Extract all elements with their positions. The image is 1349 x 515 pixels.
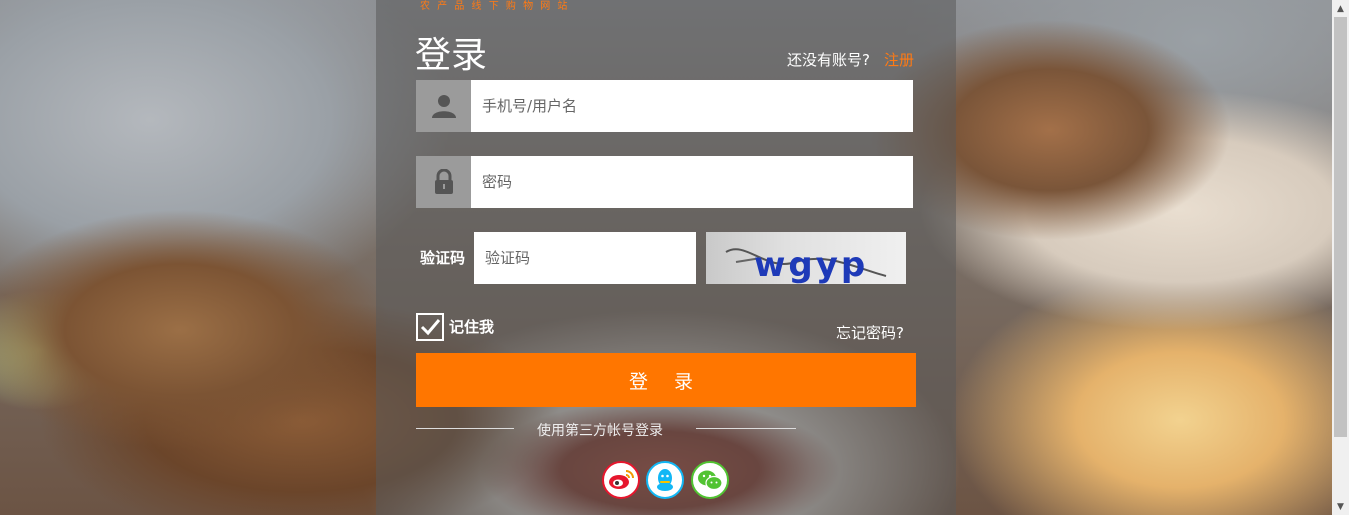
- register-prompt: 还没有账号?: [787, 51, 870, 69]
- third-party-login-text: 使用第三方帐号登录: [537, 423, 663, 439]
- wechat-login-button[interactable]: [691, 461, 729, 499]
- captcha-input[interactable]: [474, 232, 696, 284]
- remember-checkbox[interactable]: [416, 313, 444, 341]
- page-title: 登录: [415, 35, 488, 76]
- lock-icon: [416, 156, 471, 208]
- username-input[interactable]: [471, 80, 913, 132]
- scroll-down-arrow-icon[interactable]: ▼: [1332, 498, 1349, 515]
- remember-label: 记住我: [449, 318, 495, 336]
- register-link[interactable]: 注册: [884, 49, 914, 70]
- weibo-icon: [609, 470, 634, 489]
- site-tagline: 农 产 品 线 下 购 物 网 站: [420, 1, 570, 12]
- qq-login-button[interactable]: [646, 461, 684, 499]
- scroll-up-arrow-icon[interactable]: ▲: [1332, 0, 1349, 17]
- captcha-text: wgyp: [754, 245, 868, 284]
- checkmark-icon: [420, 319, 441, 336]
- captcha-label: 验证码: [420, 249, 466, 267]
- user-icon: [416, 80, 471, 132]
- weibo-login-button[interactable]: [602, 461, 640, 499]
- username-field: [416, 80, 913, 132]
- password-field: [416, 156, 913, 208]
- qq-icon: [657, 469, 673, 491]
- wechat-icon: [698, 470, 723, 491]
- captcha-image[interactable]: wgyp: [706, 232, 906, 284]
- divider-left: [416, 428, 514, 429]
- divider-right: [696, 428, 796, 429]
- login-button[interactable]: 登 录: [416, 353, 916, 407]
- forgot-password-link[interactable]: 忘记密码?: [836, 322, 904, 343]
- scrollbar-thumb[interactable]: [1334, 17, 1347, 437]
- vertical-scrollbar[interactable]: ▲ ▼: [1332, 0, 1349, 515]
- password-input[interactable]: [471, 156, 913, 208]
